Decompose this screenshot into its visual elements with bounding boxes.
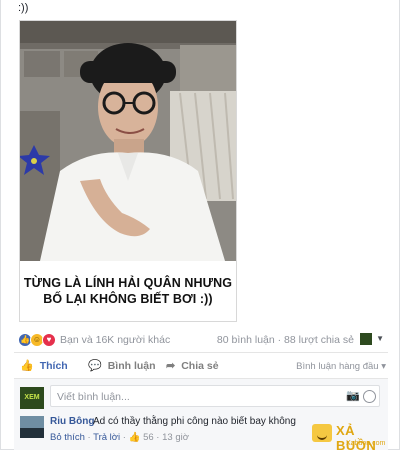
comment-author[interactable]: Riu Bông <box>50 416 94 427</box>
divider <box>14 352 388 353</box>
comment-like-count[interactable]: 56 <box>143 432 154 443</box>
comment-sort-dropdown[interactable]: Bình luận hàng đầu ▾ <box>296 361 386 372</box>
share-button[interactable]: ➦ Chia sẻ <box>166 359 219 373</box>
meme-text-line-2: BỐ LẠI KHÔNG BIẾT BƠI :)) <box>43 292 213 306</box>
comment-icon: 💬 <box>88 360 102 372</box>
post-stats: 👍 ☺ ♥ Bạn và 16K người khác 80 bình luận… <box>18 332 386 348</box>
thumb-up-icon: 👍 <box>128 432 141 443</box>
comment-time[interactable]: 13 giờ <box>162 432 189 443</box>
comment-meta: Bỏ thích · Trả lời · 👍 56 · 13 giờ <box>50 432 189 443</box>
watermark-brand: XẢ BUỒN <box>336 423 377 453</box>
my-avatar[interactable]: XEM <box>20 387 44 409</box>
emoji-icon[interactable] <box>363 390 376 403</box>
like-label: Thích <box>39 359 68 372</box>
watermark-site: Xabuon.com <box>346 440 386 447</box>
post-actions: 👍 Thích 💬 Bình luận ➦ Chia sẻ Bình luận … <box>14 356 388 376</box>
smiley-logo-icon <box>312 424 332 442</box>
comment-label: Bình luận <box>107 359 156 372</box>
watermark-logo: XẢ BUỒN Xabuon.com <box>312 421 398 453</box>
reaction-icons[interactable]: 👍 ☺ ♥ <box>18 333 56 347</box>
love-reaction-icon: ♥ <box>42 333 56 347</box>
comments-shares-count[interactable]: 80 bình luận · 88 lượt chia sẻ <box>217 334 354 346</box>
chevron-down-icon[interactable]: ▼ <box>376 334 384 343</box>
like-button[interactable]: 👍 Thích <box>20 359 68 373</box>
post-photo[interactable]: TỪNG LÀ LÍNH HẢI QUÂN NHƯNG BỐ LẠI KHÔNG… <box>19 20 237 322</box>
share-label: Chia sẻ <box>181 359 219 372</box>
meme-text-line-1: TỪNG LÀ LÍNH HẢI QUÂN NHƯNG <box>23 276 233 290</box>
unlike-button[interactable]: Bỏ thích <box>50 432 85 443</box>
reply-button[interactable]: Trả lời <box>93 432 120 443</box>
commenter-avatar[interactable] <box>20 416 44 438</box>
page-avatar-icon[interactable] <box>360 333 372 345</box>
comment-text: Ad có thầy thằng phi công nào biết bay k… <box>93 416 296 427</box>
meme-text: TỪNG LÀ LÍNH HẢI QUÂN NHƯNG BỐ LẠI KHÔNG… <box>20 275 236 307</box>
thumb-up-icon: 👍 <box>20 360 34 372</box>
comment-button[interactable]: 💬 Bình luận <box>88 359 156 373</box>
camera-icon[interactable]: 📷 <box>346 389 360 402</box>
post-caption: :)) <box>18 2 29 14</box>
reaction-summary[interactable]: Bạn và 16K người khác <box>60 334 170 346</box>
comment-input[interactable]: Viết bình luận... <box>50 385 380 407</box>
share-icon: ➦ <box>166 360 176 372</box>
